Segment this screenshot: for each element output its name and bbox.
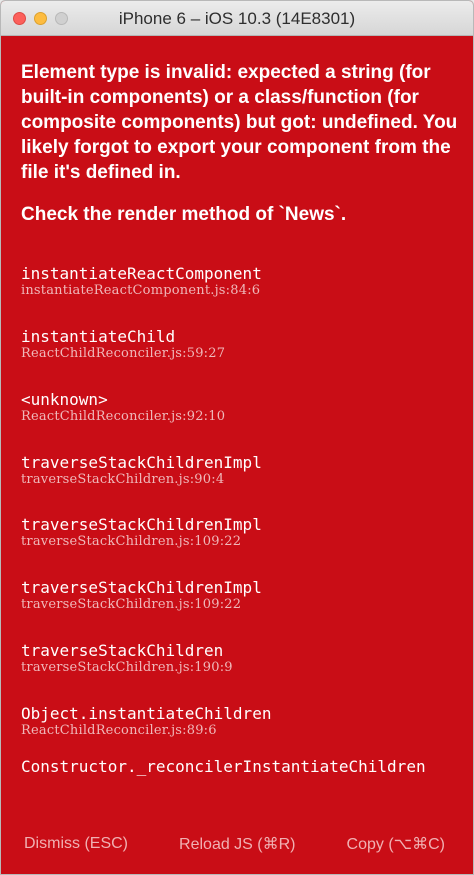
stack-frame-file: traverseStackChildren.js:109:22 (21, 597, 242, 612)
error-redbox: Element type is invalid: expected a stri… (1, 36, 473, 874)
stack-frame-method: traverseStackChildrenImpl (21, 578, 262, 597)
stack-frame-file: traverseStackChildren.js:109:22 (21, 534, 242, 549)
stack-frame[interactable]: instantiateChild ReactChildReconciler.js… (21, 327, 461, 362)
stack-frame[interactable]: Object.instantiateChildren ReactChildRec… (21, 704, 461, 739)
stack-frame-method: traverseStackChildren (21, 641, 224, 660)
stack-frame-method: Object.instantiateChildren (21, 704, 272, 723)
stack-frame[interactable]: <unknown> ReactChildReconciler.js:92:10 (21, 390, 461, 425)
stack-frame-method: instantiateReactComponent (21, 264, 262, 283)
copy-button[interactable]: Copy (⌥⌘C) (347, 834, 445, 854)
window-title: iPhone 6 – iOS 10.3 (14E8301) (118, 9, 356, 28)
stack-frame[interactable]: instantiateReactComponent instantiateRea… (21, 264, 461, 299)
simulator-window: iPhone 6 – iOS 10.3 (14E8301) Element ty… (0, 0, 474, 875)
stack-frame[interactable]: traverseStackChildrenImpl traverseStackC… (21, 578, 461, 613)
stack-frame-method: instantiateChild (21, 327, 176, 346)
stack-frame-file: instantiateReactComponent.js:84:6 (21, 283, 261, 298)
error-message: Element type is invalid: expected a stri… (21, 62, 463, 183)
redbox-footer: Dismiss (ESC) Reload JS (⌘R) Copy (⌥⌘C) (1, 811, 473, 874)
stack-frame-file: traverseStackChildren.js:190:9 (21, 660, 233, 675)
dismiss-button[interactable]: Dismiss (ESC) (24, 835, 128, 853)
reload-js-button[interactable]: Reload JS (⌘R) (179, 834, 295, 854)
stack-frame[interactable]: Constructor._reconcilerInstantiateChildr… (21, 758, 461, 776)
title-bar[interactable]: iPhone 6 – iOS 10.3 (14E8301) (1, 1, 473, 36)
stack-frame-method: Constructor._reconcilerInstantiateChildr… (21, 757, 426, 776)
stack-frame[interactable]: traverseStackChildrenImpl traverseStackC… (21, 515, 461, 550)
stack-frame-file: ReactChildReconciler.js:89:6 (21, 723, 217, 738)
stack-frame[interactable]: traverseStackChildrenImpl traverseStackC… (21, 453, 461, 488)
stack-frame-method: traverseStackChildrenImpl (21, 453, 262, 472)
stack-frame-file: ReactChildReconciler.js:92:10 (21, 409, 226, 424)
stack-frame-file: traverseStackChildren.js:90:4 (21, 472, 225, 487)
stack-frame-method: <unknown> (21, 390, 108, 409)
stack-frame[interactable]: traverseStackChildren traverseStackChild… (21, 641, 461, 676)
stack-frame-file: ReactChildReconciler.js:59:27 (21, 346, 226, 361)
error-hint: Check the render method of `News`. (21, 204, 347, 225)
stack-frame-method: traverseStackChildrenImpl (21, 515, 262, 534)
